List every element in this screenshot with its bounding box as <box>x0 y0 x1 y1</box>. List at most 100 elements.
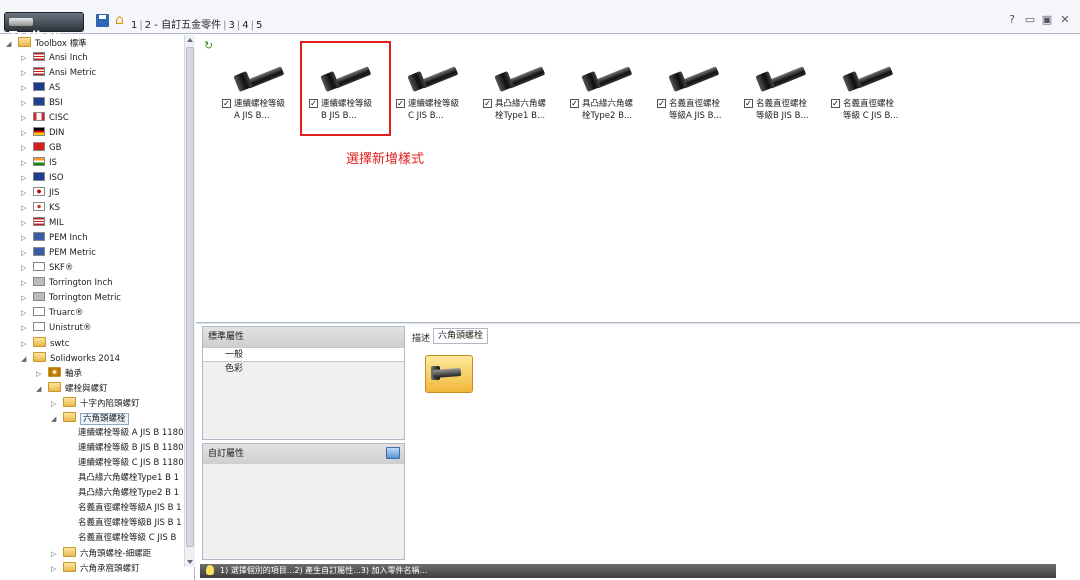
tree-item[interactable]: ▷ ISO <box>21 172 64 185</box>
expander-icon[interactable]: ▷ <box>21 338 29 351</box>
tree-item[interactable]: 名義直徑螺栓等級A JIS B 1 <box>66 502 182 515</box>
crumb-5[interactable]: 5 <box>256 20 262 31</box>
property-color[interactable]: 色彩 <box>203 362 404 377</box>
tree-item[interactable]: ▷ 軸承 <box>36 367 82 380</box>
tree-item[interactable]: ▷ SKF® <box>21 262 73 275</box>
part-item[interactable]: ✓ 具凸緣六角螺 栓Type1 B... <box>481 53 565 133</box>
bolt-thumbnail[interactable] <box>232 55 292 95</box>
expander-icon[interactable]: ▷ <box>21 52 29 65</box>
tree-item[interactable]: ◢ Solidworks 2014 <box>21 352 120 365</box>
expander-icon[interactable]: ▷ <box>21 247 29 260</box>
scroll-down-icon[interactable] <box>187 560 193 564</box>
include-checkbox[interactable]: ✓ <box>744 99 753 108</box>
tree-item[interactable]: ▷ KS <box>21 202 60 215</box>
bolt-thumbnail[interactable] <box>580 55 640 95</box>
part-item[interactable]: ✓ 名義直徑螺栓 等級 C JIS B... <box>829 53 913 133</box>
include-checkbox[interactable]: ✓ <box>570 99 579 108</box>
expander-icon[interactable]: ▷ <box>21 112 29 125</box>
tree-item[interactable]: 具凸緣六角螺栓Type2 B 1 <box>66 487 179 500</box>
close-icon[interactable]: ✕ <box>1059 14 1071 26</box>
help-icon[interactable]: ? <box>1006 14 1018 26</box>
tree-item[interactable]: ◢ 六角頭螺栓 <box>51 412 129 425</box>
tree-item[interactable]: ▷ Truarc® <box>21 307 84 320</box>
expander-icon[interactable]: ▷ <box>21 202 29 215</box>
expander-icon[interactable]: ▷ <box>21 157 29 170</box>
tree-item[interactable]: ▷ GB <box>21 142 61 155</box>
tree-item[interactable]: ▷ PEM Inch <box>21 232 88 245</box>
expander-icon[interactable]: ▷ <box>21 262 29 275</box>
tree-item[interactable]: 連續螺栓等級 A JIS B 1180 <box>66 427 184 440</box>
tree-item[interactable]: ▷ DIN <box>21 127 64 140</box>
tree-item[interactable]: ▷ Unistrut® <box>21 322 91 335</box>
include-checkbox[interactable]: ✓ <box>483 99 492 108</box>
tree-item[interactable]: 名義直徑螺栓等級B JIS B 1 <box>66 517 182 530</box>
refresh-icon[interactable]: ↻ <box>204 39 214 52</box>
tree-item[interactable]: ▷ Ansi Metric <box>21 67 96 80</box>
tree-item[interactable]: ▷ IS <box>21 157 57 170</box>
crumb-4[interactable]: 4 <box>242 20 248 31</box>
scroll-up-icon[interactable] <box>187 38 193 42</box>
tree-item[interactable]: ▷ MIL <box>21 217 64 230</box>
bolt-thumbnail[interactable] <box>667 55 727 95</box>
bolt-thumbnail[interactable] <box>754 55 814 95</box>
tree-item[interactable]: ▷ Ansi Inch <box>21 52 88 65</box>
tree-item[interactable]: ▷ BSI <box>21 97 63 110</box>
expander-icon[interactable]: ▷ <box>21 172 29 185</box>
crumb-2[interactable]: 2 - 自訂五金零件 <box>145 20 221 31</box>
tree-item[interactable]: ▷ 十字內陷頭螺釘 <box>51 397 140 410</box>
expander-icon[interactable]: ◢ <box>6 38 14 51</box>
bolt-thumbnail[interactable] <box>406 55 466 95</box>
tree-item[interactable]: ▷ Torrington Metric <box>21 292 121 305</box>
bolt-folder-icon[interactable] <box>425 355 473 393</box>
expander-icon[interactable]: ▷ <box>21 277 29 290</box>
tree-item[interactable]: ◢ Toolbox 標準 <box>6 37 87 50</box>
tree-item[interactable]: ▷ 六角頭螺栓-細螺距 <box>51 547 151 560</box>
tree-item[interactable]: 名義直徑螺栓等級 C JIS B <box>66 532 176 545</box>
tree-item[interactable]: ▷ JIS <box>21 187 59 200</box>
custom-properties-header[interactable]: 自訂屬性 <box>203 444 404 464</box>
add-property-icon[interactable] <box>386 447 400 459</box>
part-item[interactable]: ✓ 連續螺栓等級 C JIS B... <box>394 53 478 133</box>
expander-icon[interactable]: ▷ <box>21 82 29 95</box>
expander-icon[interactable]: ▷ <box>21 67 29 80</box>
expander-icon[interactable]: ◢ <box>21 353 29 366</box>
part-item[interactable]: ✓ 具凸緣六角螺 栓Type2 B... <box>568 53 652 133</box>
tree-item[interactable]: ▷ CISC <box>21 112 69 125</box>
expander-icon[interactable]: ▷ <box>21 187 29 200</box>
expander-icon[interactable]: ▷ <box>21 322 29 335</box>
include-checkbox[interactable]: ✓ <box>657 99 666 108</box>
tree-item[interactable]: ▷ Torrington Inch <box>21 277 113 290</box>
tree-item[interactable]: ▷ 六角承窩頭螺釘 <box>51 562 140 575</box>
tree-item[interactable]: ◢ 螺栓與螺釘 <box>36 382 108 395</box>
expander-icon[interactable]: ▷ <box>51 548 59 561</box>
tree-scrollbar[interactable] <box>184 35 195 567</box>
tree-item[interactable]: 連續螺栓等級 C JIS B 1180 <box>66 457 184 470</box>
expander-icon[interactable]: ▷ <box>36 368 44 381</box>
include-checkbox[interactable]: ✓ <box>396 99 405 108</box>
description-field[interactable]: 六角頭螺栓 <box>433 328 489 344</box>
property-general[interactable]: 一般 <box>203 347 404 362</box>
tree-item[interactable]: 具凸緣六角螺栓Type1 B 1 <box>66 472 179 485</box>
part-item[interactable]: ✓ 連續螺栓等級 A JIS B... <box>220 53 304 133</box>
expander-icon[interactable]: ▷ <box>51 398 59 411</box>
bolt-thumbnail[interactable] <box>493 55 553 95</box>
home-icon[interactable]: ⌂ <box>115 12 124 28</box>
standard-properties-header[interactable]: 標準屬性 <box>203 327 404 347</box>
save-icon[interactable] <box>96 14 109 27</box>
minimize-icon[interactable]: ▭ <box>1024 14 1036 26</box>
part-item[interactable]: ✓ 名義直徑螺栓 等級A JIS B... <box>655 53 739 133</box>
tree-item[interactable]: ▷ swtc <box>21 337 69 350</box>
expander-icon[interactable]: ▷ <box>21 307 29 320</box>
tree-item[interactable]: ▷ AS <box>21 82 60 95</box>
crumb-1[interactable]: 1 <box>131 20 137 31</box>
panel-divider[interactable] <box>196 322 1080 324</box>
part-item[interactable]: ✓ 名義直徑螺栓 等級B JIS B... <box>742 53 826 133</box>
restore-icon[interactable]: ▣ <box>1041 14 1053 26</box>
expander-icon[interactable]: ▷ <box>21 142 29 155</box>
bolt-thumbnail[interactable] <box>841 55 901 95</box>
include-checkbox[interactable]: ✓ <box>831 99 840 108</box>
toolbox-brand[interactable]: Toolbox <box>4 12 84 43</box>
tree-item[interactable]: ▷ PEM Metric <box>21 247 96 260</box>
crumb-3[interactable]: 3 <box>228 20 234 31</box>
expander-icon[interactable]: ▷ <box>21 217 29 230</box>
